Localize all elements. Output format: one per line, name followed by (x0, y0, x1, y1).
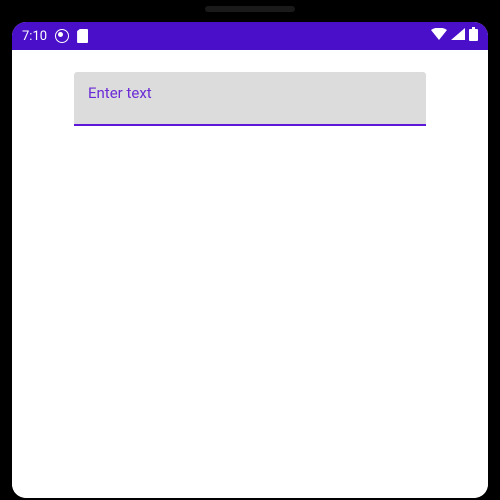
text-input-placeholder: Enter text (88, 80, 152, 102)
battery-icon (469, 27, 478, 45)
wifi-icon (431, 28, 447, 44)
app-content: Enter text (12, 50, 488, 498)
text-input[interactable]: Enter text (74, 72, 426, 126)
status-bar-right (431, 27, 478, 45)
screen: 7:10 Enter text (12, 22, 488, 498)
status-time: 7:10 (22, 29, 47, 44)
status-bar-left: 7:10 (22, 29, 88, 44)
status-bar: 7:10 (12, 22, 488, 50)
device-frame: 7:10 Enter text (0, 0, 500, 500)
sd-card-icon (77, 29, 88, 43)
signal-icon (451, 28, 465, 44)
profile-icon (55, 29, 69, 43)
device-speaker (205, 6, 295, 12)
